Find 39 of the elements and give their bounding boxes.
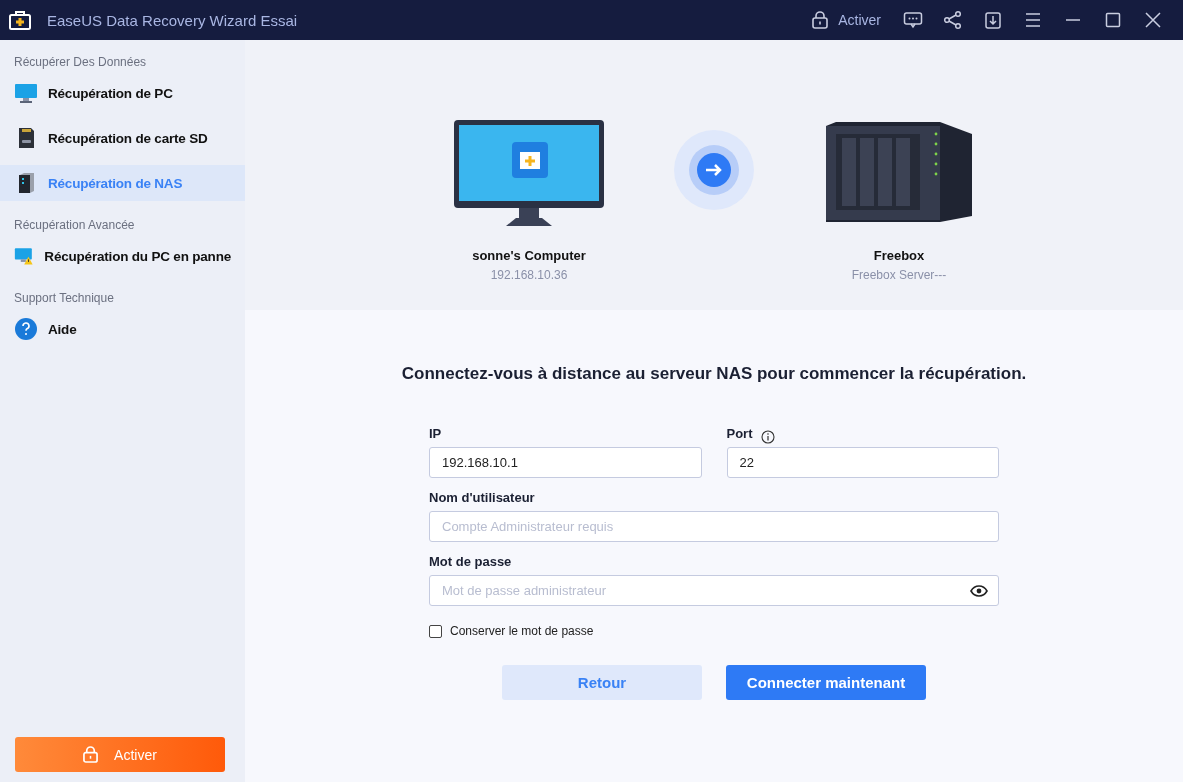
maximize-icon[interactable]	[1103, 10, 1123, 30]
nas-address: Freebox Server---	[851, 268, 947, 282]
help-icon	[14, 317, 38, 341]
sidebar-item[interactable]: Aide	[0, 311, 245, 347]
password-label: Mot de passe	[429, 554, 513, 569]
window-title: EaseUS Data Recovery Wizard Essai	[47, 11, 298, 29]
close-icon[interactable]	[1143, 10, 1163, 30]
menu-icon[interactable]	[1023, 10, 1043, 30]
remember-label: Conserver le mot de passe	[450, 624, 594, 638]
share-icon[interactable]	[943, 10, 963, 30]
download-icon[interactable]	[983, 10, 1003, 30]
toolbox-icon	[9, 10, 31, 30]
lock-icon	[812, 11, 829, 29]
form-heading: Connectez-vous à distance au serveur NAS pour commencer la récupération.	[400, 364, 1028, 384]
sidebar-item[interactable]: Récupération du PC en panne	[0, 238, 245, 274]
section-title: Récupération Avancée	[13, 218, 136, 232]
connect-button[interactable]: Connecter maintenant	[726, 665, 926, 700]
activate-link[interactable]: Activer	[812, 11, 881, 29]
computer-name: sonne's Computer	[472, 248, 586, 263]
ip-field[interactable]: 192.168.10.1	[429, 447, 702, 478]
username-field[interactable]: Compte Administrateur requis	[429, 511, 999, 542]
remember-checkbox[interactable]	[429, 624, 442, 638]
port-field[interactable]: 22	[726, 447, 999, 478]
monitor-icon	[14, 81, 38, 105]
port-label: Port	[726, 426, 753, 441]
sidebar-item[interactable]: Récupération de PC	[0, 75, 245, 111]
ip-label: IP	[429, 426, 443, 441]
section-title: Support Technique	[13, 291, 115, 305]
password-field[interactable]: Mot de passe administrateur	[429, 575, 999, 606]
arrow-circle-icon	[674, 130, 754, 210]
lock-icon	[83, 746, 99, 763]
chat-icon[interactable]	[903, 10, 923, 30]
nas-name: Freebox	[873, 248, 925, 263]
eye-icon[interactable]	[970, 585, 988, 597]
username-label: Nom d'utilisateur	[429, 490, 536, 505]
ip-address: 192.168.10.36	[490, 268, 568, 282]
section-title: Récupérer Des Données	[13, 55, 148, 69]
sidebar-item[interactable]: Récupération de carte SD	[0, 120, 245, 156]
info-icon[interactable]	[760, 429, 775, 444]
